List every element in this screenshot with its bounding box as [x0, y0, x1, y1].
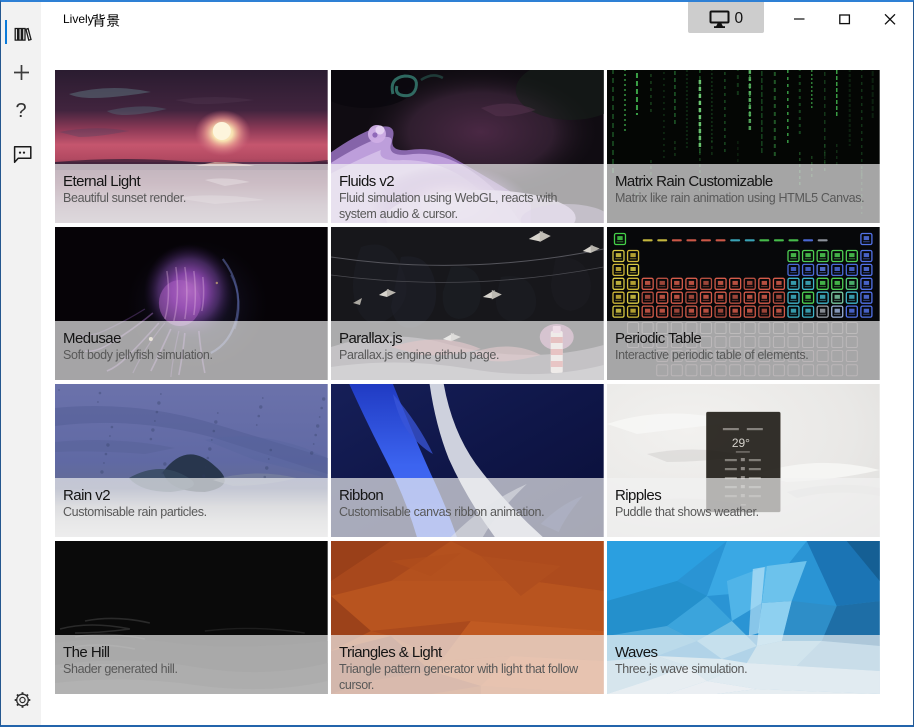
- svg-text:29°: 29°: [732, 436, 750, 450]
- svg-text:0: 0: [735, 10, 744, 27]
